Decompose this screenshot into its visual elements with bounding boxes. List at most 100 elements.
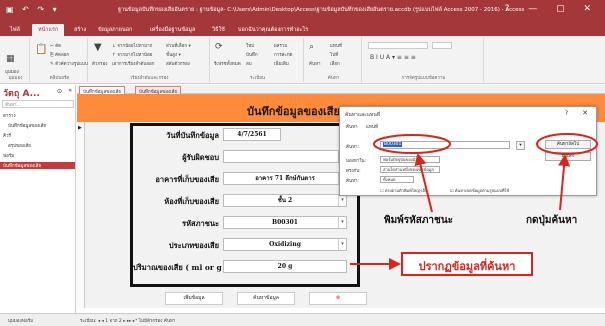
- window-controls[interactable]: ? — ▢ ✕: [505, 4, 599, 14]
- record-navigator[interactable]: ระเบียน: ◂ ◂ 1 จาก 2 ▸ ▸▸ ▸* ไม่มีตัวกรอ…: [80, 317, 175, 324]
- toggle-filter-button[interactable]: สลับตัวกรอง: [166, 60, 190, 67]
- format-painter-button[interactable]: ✎ ตัวคัดวางรูปแบบ: [50, 60, 88, 67]
- nav-section-tables[interactable]: ตาราง: [3, 112, 16, 119]
- refresh-icon[interactable]: ⟳: [215, 42, 223, 52]
- tab-external-data[interactable]: ข้อมูลภายนอก: [92, 24, 138, 36]
- selection-button[interactable]: ส่วนที่เลือก ▾: [166, 42, 191, 49]
- tell-me-box[interactable]: บอกฉันว่าคุณต้องการทำอะไร: [232, 24, 314, 36]
- look-in-label: มองหาใน:: [346, 159, 367, 164]
- nav-item-table[interactable]: บันทึกข้อมูลของเสีย: [8, 122, 46, 129]
- find-dropdown[interactable]: ▾: [516, 141, 525, 150]
- group-label: คลิปบอร์ด: [49, 76, 70, 81]
- nav-item-query[interactable]: สรุปของเสีย: [8, 142, 31, 149]
- container-code-value: B00301: [272, 219, 298, 226]
- label-waste-amount: ปริมาณของเสีย ( ml or g ): [133, 263, 228, 272]
- label-container-code: รหัสภาชนะ: [182, 219, 219, 228]
- sort-ascending-button[interactable]: ↓ จากน้อยไปหามาก: [112, 42, 152, 49]
- add-data-button[interactable]: เพิ่มข้อมูล: [165, 292, 223, 305]
- doc-tab-table[interactable]: บันทึกข้อมูลของเสีย: [79, 86, 126, 95]
- paste-icon[interactable]: 📋: [35, 44, 47, 55]
- tab-file[interactable]: ไฟล์: [4, 24, 26, 36]
- close-form-button[interactable]: ⊗: [309, 292, 367, 305]
- record-date-field[interactable]: 4/7/2561: [223, 128, 281, 141]
- replace-button[interactable]: แทนที่: [330, 42, 342, 49]
- doc-tab-form[interactable]: บันทึกข้อมูลของเสีย: [135, 86, 182, 95]
- tab-database-tools[interactable]: เครื่องมือฐานข้อมูล: [144, 24, 201, 36]
- cancel-button[interactable]: ยกเลิก: [545, 152, 591, 161]
- search-direction-dropdown[interactable]: ทั้งหมด: [380, 176, 414, 183]
- font-size-dropdown[interactable]: [432, 42, 452, 49]
- navigation-pane: วัตถุ A... ⊙ « ค้นหา... ตาราง บันทึกข้อม…: [0, 85, 76, 313]
- new-record-button[interactable]: ใหม่: [246, 42, 254, 49]
- quick-access-toolbar[interactable]: ▣ ↶ ↷ ▾: [6, 5, 60, 14]
- tab-help[interactable]: วิธีใช้: [206, 24, 231, 36]
- status-bar: ระเบียน: ◂ ◂ 1 จาก 2 ▸ ▸▸ ▸* ไม่มีตัวกรอ…: [0, 313, 605, 326]
- group-label: มุมมอง: [8, 76, 23, 81]
- chevron-down-icon[interactable]: ▾: [338, 217, 346, 228]
- match-dropdown[interactable]: ส่วนใดส่วนหนึ่งของเขตข้อมูล: [380, 166, 440, 173]
- room-dropdown[interactable]: ชั้น 2 ▾: [223, 194, 347, 207]
- group-label: ค้นหา: [327, 76, 340, 81]
- match-case-label: ตรงตามตัวพิมพ์ใหญ่-เล็ก: [384, 188, 428, 193]
- totals-button[interactable]: ผลรวม: [274, 42, 287, 49]
- search-icon[interactable]: ⌕: [309, 42, 314, 52]
- match-case-checkbox[interactable]: ☐ ตรงตามตัวพิมพ์ใหญ่-เล็ก: [380, 187, 427, 194]
- collapse-icon[interactable]: «: [68, 87, 72, 94]
- room-value: ชั้น 2: [277, 197, 293, 204]
- tab-home[interactable]: หน้าแรก: [32, 24, 65, 36]
- ribbon-group-text-formatting: B I U A ▾ ≡ ≡ ≡ การจัดรูปแบบข้อความ: [364, 38, 484, 82]
- tab-create[interactable]: สร้าง: [68, 24, 92, 36]
- look-in-dropdown[interactable]: ฟอร์มปัจจุบันของฉัน: [380, 156, 440, 163]
- nav-header[interactable]: วัตถุ A... ⊙ «: [0, 85, 76, 99]
- chevron-down-icon[interactable]: ▾: [338, 195, 346, 206]
- search-data-button[interactable]: ค้นหาข้อมูล: [237, 292, 295, 305]
- chevron-down-icon[interactable]: ▾: [338, 239, 346, 250]
- building-dropdown[interactable]: อาคาร 71 ลึกษ์กันตาร▾: [223, 172, 347, 185]
- tab-replace[interactable]: แทนที่: [366, 123, 378, 130]
- filter-icon[interactable]: ▼: [94, 42, 102, 53]
- copy-button[interactable]: ⎘ คัดลอก: [50, 51, 69, 58]
- advanced-button[interactable]: ขั้นสูง ▾: [166, 51, 181, 58]
- search-formatted-checkbox[interactable]: ☑ ค้นหาเขตข้อมูลตามรูปแบบที่ใช้: [450, 187, 509, 194]
- goto-button[interactable]: ไปที่: [330, 51, 338, 58]
- font-name-dropdown[interactable]: [368, 42, 428, 49]
- title-bar: ▣ ↶ ↷ ▾ ฐานข้อมูลบันทึกของเสียอันตราย : …: [0, 0, 605, 22]
- select-button[interactable]: เลือก: [330, 60, 340, 67]
- label-responsible: ผู้รับผิดชอบ: [182, 153, 219, 162]
- nav-section-forms[interactable]: ฟอร์ม: [3, 152, 14, 159]
- group-label: ระเบียน: [250, 76, 265, 81]
- ribbon-group-clipboard: 📋 ✂ ตัด ⎘ คัดลอก ✎ ตัวคัดวางรูปแบบ คลิปบ…: [32, 38, 88, 82]
- save-record-button[interactable]: บันทึก: [246, 51, 258, 58]
- nav-search-input[interactable]: ค้นหา...: [2, 100, 74, 108]
- cut-button[interactable]: ✂ ตัด: [50, 42, 61, 49]
- ribbon-tabs: ไฟล์ หน้าแรก สร้าง ข้อมูลภายนอก เครื่องม…: [0, 22, 605, 36]
- find-replace-dialog: ค้นหาและแทนที่ ? ✕ ค้นหา แทนที่ ค้นหา: B…: [339, 106, 597, 196]
- record-selector[interactable]: ▶: [77, 122, 85, 308]
- nav-item-form-selected[interactable]: บันทึกข้อมูลของเสีย: [0, 162, 75, 169]
- view-status: มุมมองฟอร์ม: [8, 319, 34, 324]
- delete-record-button[interactable]: ลบ: [246, 60, 252, 67]
- refresh-all-button[interactable]: รีเฟรชทั้งหมด: [214, 60, 241, 67]
- chevron-down-icon[interactable]: ⊙: [57, 88, 62, 95]
- waste-type-dropdown[interactable]: Oxidizing ▾: [223, 238, 347, 251]
- container-code-dropdown[interactable]: B00301 ▾: [223, 216, 347, 229]
- waste-amount-field[interactable]: 20 g: [223, 260, 347, 273]
- group-label: เรียงลำดับและกรอง: [130, 76, 169, 81]
- spelling-button[interactable]: การสะกด: [274, 51, 292, 58]
- more-button[interactable]: เพิ่มเติม: [274, 60, 289, 67]
- tab-find[interactable]: ค้นหา: [346, 123, 358, 130]
- close-icon[interactable]: ✕: [582, 109, 588, 117]
- find-next-button[interactable]: ค้นหาถัดไป: [545, 140, 591, 149]
- text-format-buttons[interactable]: B I U A ▾ ≡ ≡ ≡: [370, 54, 416, 61]
- responsible-field[interactable]: [223, 150, 339, 163]
- ribbon-group-find: ⌕ ค้นหา แทนที่ ไปที่ เลือก ค้นหา: [306, 38, 362, 82]
- find-button[interactable]: ค้นหา: [309, 60, 321, 67]
- view-icon[interactable]: ▦: [6, 54, 15, 64]
- label-room: ห้องที่เก็บของเสีย: [164, 197, 219, 206]
- nav-section-queries[interactable]: คิวรี: [3, 132, 11, 139]
- find-what-input[interactable]: B00301: [380, 141, 510, 149]
- sort-descending-button[interactable]: ↑ จากมากไปหาน้อย: [112, 51, 152, 58]
- help-icon[interactable]: ?: [565, 110, 568, 117]
- remove-sort-button[interactable]: เอาการเรียงลำดับออก: [112, 60, 154, 67]
- filter-button[interactable]: ตัวกรอง: [92, 60, 108, 67]
